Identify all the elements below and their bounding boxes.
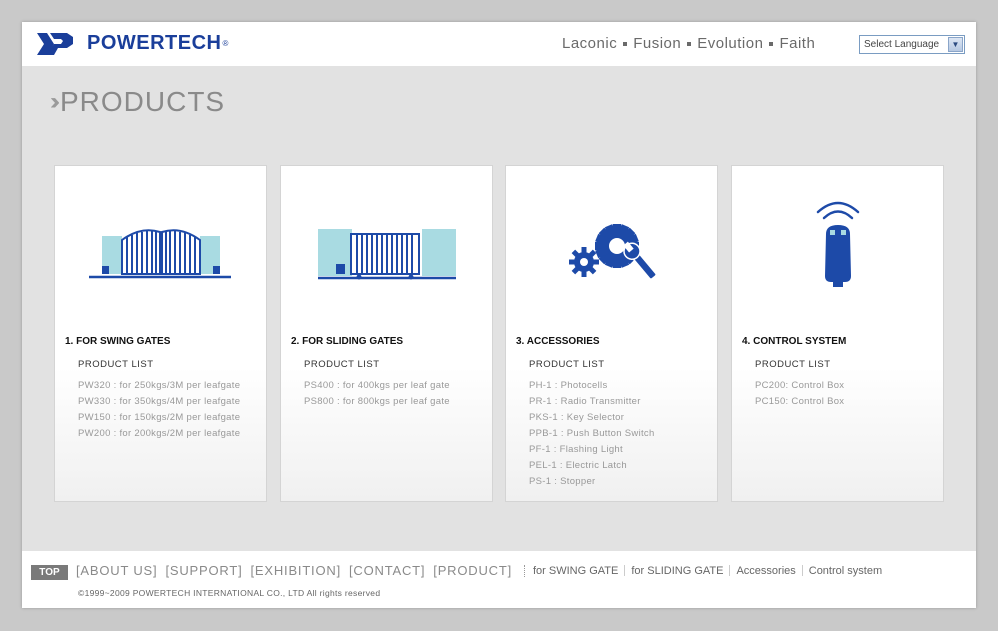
list-item[interactable]: PR-1 : Radio Transmitter <box>529 394 655 410</box>
divider <box>729 565 731 576</box>
logo[interactable]: POWERTECH ® <box>37 32 228 55</box>
footer-sublink-accessories[interactable]: Accessories <box>736 565 795 577</box>
remote-control-icon <box>816 201 860 287</box>
page-title-text: PRODUCTS <box>59 86 226 117</box>
tagline: Laconic Fusion Evolution Faith <box>562 35 815 52</box>
powertech-logo-icon <box>37 32 73 55</box>
tagline-word: Faith <box>779 35 816 52</box>
product-list-label: PRODUCT LIST <box>755 359 831 370</box>
card-title[interactable]: 2. FOR SLIDING GATES <box>291 336 403 347</box>
list-item[interactable]: PEL-1 : Electric Latch <box>529 458 655 474</box>
footer-link-exhibition[interactable]: [EXHIBITION] <box>250 563 341 578</box>
product-card-control-system[interactable]: 4. CONTROL SYSTEM PRODUCT LIST PC200: Co… <box>731 165 944 502</box>
footer-sublink-control-system[interactable]: Control system <box>809 565 882 577</box>
product-card-swing-gates[interactable]: 1. FOR SWING GATES PRODUCT LIST PW320 : … <box>54 165 267 502</box>
product-card-sliding-gates[interactable]: 2. FOR SLIDING GATES PRODUCT LIST PS400 … <box>280 165 493 502</box>
tagline-word: Evolution <box>697 35 764 52</box>
list-item[interactable]: PW330 : for 350kgs/4M per leafgate <box>78 394 240 410</box>
product-list-label: PRODUCT LIST <box>78 359 154 370</box>
tagline-word: Fusion <box>633 35 682 52</box>
card-title[interactable]: 4. CONTROL SYSTEM <box>742 336 846 347</box>
product-list-label: PRODUCT LIST <box>529 359 605 370</box>
footer-link-contact[interactable]: [CONTACT] <box>349 563 425 578</box>
product-list: PW320 : for 250kgs/3M per leafgate PW330… <box>78 378 240 442</box>
product-list-label: PRODUCT LIST <box>304 359 380 370</box>
list-item[interactable]: PC200: Control Box <box>755 378 844 394</box>
copyright: ©1999~2009 POWERTECH INTERNATIONAL CO., … <box>78 588 381 598</box>
tagline-word: Laconic <box>562 35 618 52</box>
double-chevron-icon: ›› <box>50 88 60 115</box>
gears-wrench-icon <box>569 224 657 280</box>
list-item[interactable]: PS800 : for 800kgs per leaf gate <box>304 394 450 410</box>
page-title: ›› PRODUCTS <box>50 86 225 118</box>
bullet-icon <box>687 41 692 46</box>
card-title[interactable]: 1. FOR SWING GATES <box>65 336 170 347</box>
list-item[interactable]: PKS-1 : Key Selector <box>529 410 655 426</box>
footer: TOP [ABOUT US] [SUPPORT] [EXHIBITION] [C… <box>22 551 976 608</box>
brand-name: POWERTECH <box>87 32 222 54</box>
bullet-icon <box>623 41 628 46</box>
product-card-accessories[interactable]: 3. ACCESSORIES PRODUCT LIST PH-1 : Photo… <box>505 165 718 502</box>
list-item[interactable]: PS400 : for 400kgs per leaf gate <box>304 378 450 394</box>
list-item[interactable]: PW200 : for 200kgs/2M per leafgate <box>78 426 240 442</box>
list-item[interactable]: PPB-1 : Push Button Switch <box>529 426 655 442</box>
footer-sublink-sliding-gate[interactable]: for SLIDING GATE <box>631 565 723 577</box>
language-select-value: Select Language <box>864 39 940 50</box>
language-select[interactable]: Select Language ▼ <box>859 35 965 54</box>
footer-link-product[interactable]: [PRODUCT] <box>433 563 512 578</box>
product-list: PH-1 : Photocells PR-1 : Radio Transmitt… <box>529 378 655 490</box>
list-item[interactable]: PW320 : for 250kgs/3M per leafgate <box>78 378 240 394</box>
footer-link-support[interactable]: [SUPPORT] <box>165 563 242 578</box>
footer-link-about[interactable]: [ABOUT US] <box>76 563 157 578</box>
product-list: PC200: Control Box PC150: Control Box <box>755 378 844 410</box>
divider <box>801 565 803 576</box>
divider <box>524 564 525 577</box>
swing-gate-icon <box>89 229 231 279</box>
chevron-down-icon[interactable]: ▼ <box>948 37 963 52</box>
card-title[interactable]: 3. ACCESSORIES <box>516 336 600 347</box>
registered-mark: ® <box>222 39 229 48</box>
header: POWERTECH ® Laconic Fusion Evolution Fai… <box>22 22 976 66</box>
list-item[interactable]: PC150: Control Box <box>755 394 844 410</box>
page-frame: POWERTECH ® Laconic Fusion Evolution Fai… <box>22 22 976 608</box>
footer-nav: [ABOUT US] [SUPPORT] [EXHIBITION] [CONTA… <box>76 563 882 578</box>
sliding-gate-icon <box>318 229 456 280</box>
list-item[interactable]: PS-1 : Stopper <box>529 474 655 490</box>
product-list: PS400 : for 400kgs per leaf gate PS800 :… <box>304 378 450 410</box>
footer-sublink-swing-gate[interactable]: for SWING GATE <box>533 565 618 577</box>
bullet-icon <box>769 41 774 46</box>
top-button[interactable]: TOP <box>31 565 68 580</box>
list-item[interactable]: PW150 : for 150kgs/2M per leafgate <box>78 410 240 426</box>
divider <box>624 565 626 576</box>
list-item[interactable]: PF-1 : Flashing Light <box>529 442 655 458</box>
list-item[interactable]: PH-1 : Photocells <box>529 378 655 394</box>
